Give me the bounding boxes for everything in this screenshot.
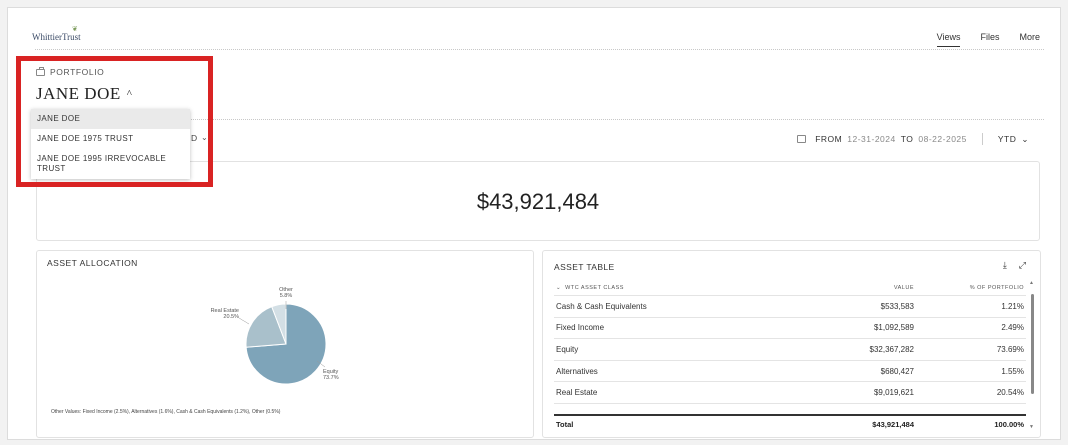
cell-total-percent: 100.00% (994, 420, 1024, 430)
from-label: FROM (815, 134, 843, 144)
leader-line-real-estate (238, 317, 250, 325)
cell-percent: 1.55% (1001, 366, 1024, 376)
column-header-label: WTC ASSET CLASS (565, 284, 624, 291)
table-row-partial (554, 404, 1026, 414)
total-value: $43,921,484 (476, 189, 600, 214)
view-selector-partial[interactable]: D (191, 133, 197, 143)
chevron-up-icon: ^ (126, 88, 133, 100)
cell-value: $32,367,282 (869, 344, 915, 354)
chevron-down-icon: ⌄ (556, 284, 562, 291)
logo[interactable]: WhittierTrust ❦ (32, 25, 81, 42)
column-header-value[interactable]: VALUE (784, 285, 914, 291)
table-scrollbar[interactable]: ▲ ▼ (1029, 280, 1034, 444)
portfolio-option[interactable]: JANE DOE (31, 109, 190, 129)
cell-asset-class: Cash & Cash Equivalents (556, 301, 647, 311)
period-select[interactable]: YTD (998, 134, 1017, 144)
asset-table-title: ASSET TABLE (554, 262, 615, 272)
cell-total-label: Total (556, 420, 574, 430)
nav-files[interactable]: Files (980, 32, 999, 47)
scroll-up-icon[interactable]: ▲ (1029, 280, 1034, 286)
app-frame: WhittierTrust ❦ Views Files More PORTFOL… (7, 7, 1061, 440)
table-row[interactable]: Fixed Income $1,092,589 2.49% (554, 318, 1026, 340)
calendar-icon[interactable] (797, 135, 807, 143)
portfolio-option[interactable]: JANE DOE 1995 IRREVOCABLE TRUST (31, 149, 190, 179)
nav-more[interactable]: More (1019, 32, 1040, 47)
table-total-row: Total $43,921,484 100.00% (554, 413, 1026, 434)
cell-value: $1,092,589 (873, 323, 914, 333)
cell-asset-class: Equity (556, 344, 579, 354)
cell-value: $9,019,621 (873, 388, 914, 398)
cell-percent: 2.49% (1001, 323, 1024, 333)
other-values-note: Other Values: Fixed Income (2.5%), Alter… (51, 409, 281, 415)
pie-value-equity: 73.7% (323, 375, 339, 381)
pie-slices (245, 303, 327, 385)
table-row[interactable]: Real Estate $9,019,621 20.54% (554, 382, 1026, 404)
to-date[interactable]: 08-22-2025 (918, 134, 966, 144)
table-header-row: ⌄ WTC ASSET CLASS VALUE % OF PORTFOLIO (554, 280, 1026, 296)
cell-asset-class: Real Estate (556, 388, 598, 398)
pie-value-real-estate: 20.5% (223, 314, 239, 320)
scroll-down-icon[interactable]: ▼ (1029, 424, 1034, 430)
column-header-percent[interactable]: % OF PORTFOLIO (914, 285, 1026, 291)
cell-percent: 20.54% (996, 388, 1024, 398)
date-range: FROM 12-31-2024 TO 08-22-2025 YTD ⌄ (797, 133, 1029, 145)
portfolio-selector[interactable]: JANE DOE ^ (36, 84, 132, 104)
cell-value: $680,427 (880, 366, 914, 376)
cell-percent: 1.21% (1001, 301, 1024, 311)
chevron-down-icon: ⌄ (201, 133, 208, 142)
header-divider (35, 49, 1044, 50)
cell-total-value: $43,921,484 (872, 420, 914, 430)
portfolio-option[interactable]: JANE DOE 1975 TRUST (31, 129, 190, 149)
cell-asset-class: Fixed Income (556, 323, 605, 333)
to-label: TO (900, 134, 914, 144)
chevron-down-icon: ⌄ (1021, 133, 1029, 144)
portfolio-dropdown: JANE DOE JANE DOE 1975 TRUST JANE DOE 19… (31, 109, 190, 179)
table-row[interactable]: Cash & Cash Equivalents $533,583 1.21% (554, 296, 1026, 318)
from-date[interactable]: 12-31-2024 (847, 134, 895, 144)
cell-asset-class: Alternatives (556, 366, 598, 376)
table-row[interactable]: Alternatives $680,427 1.55% (554, 361, 1026, 383)
top-nav: Views Files More (936, 32, 1040, 47)
nav-views[interactable]: Views (936, 32, 961, 47)
portfolio-selected-name: JANE DOE (36, 84, 121, 103)
date-separator (981, 133, 983, 145)
table-row[interactable]: Equity $32,367,282 73.69% (554, 339, 1026, 361)
briefcase-icon (36, 66, 45, 76)
column-header-asset-class[interactable]: ⌄ WTC ASSET CLASS (554, 285, 784, 291)
cell-value: $533,583 (880, 301, 914, 311)
portfolio-label: PORTFOLIO (36, 66, 105, 77)
cell-percent: 73.69% (996, 344, 1024, 354)
expand-icon[interactable]: ⤢ (1019, 260, 1026, 271)
asset-table-card: ASSET TABLE ⤓ ⤢ ⌄ WTC ASSET CLASS VALUE … (542, 250, 1041, 438)
asset-table-actions: ⤓ ⤢ (1003, 260, 1026, 271)
asset-allocation-card: ASSET ALLOCATION Other 5.8% Real Estate … (36, 250, 534, 438)
scroll-thumb[interactable] (1031, 294, 1034, 394)
portfolio-label-text: PORTFOLIO (50, 67, 105, 77)
pie-value-other: 5.8% (280, 293, 293, 299)
download-icon[interactable]: ⤓ (1003, 260, 1007, 271)
asset-table: ⌄ WTC ASSET CLASS VALUE % OF PORTFOLIO C… (554, 280, 1026, 434)
logo-text: WhittierTrust (32, 32, 81, 42)
logo-mark-icon: ❦ (72, 25, 78, 33)
